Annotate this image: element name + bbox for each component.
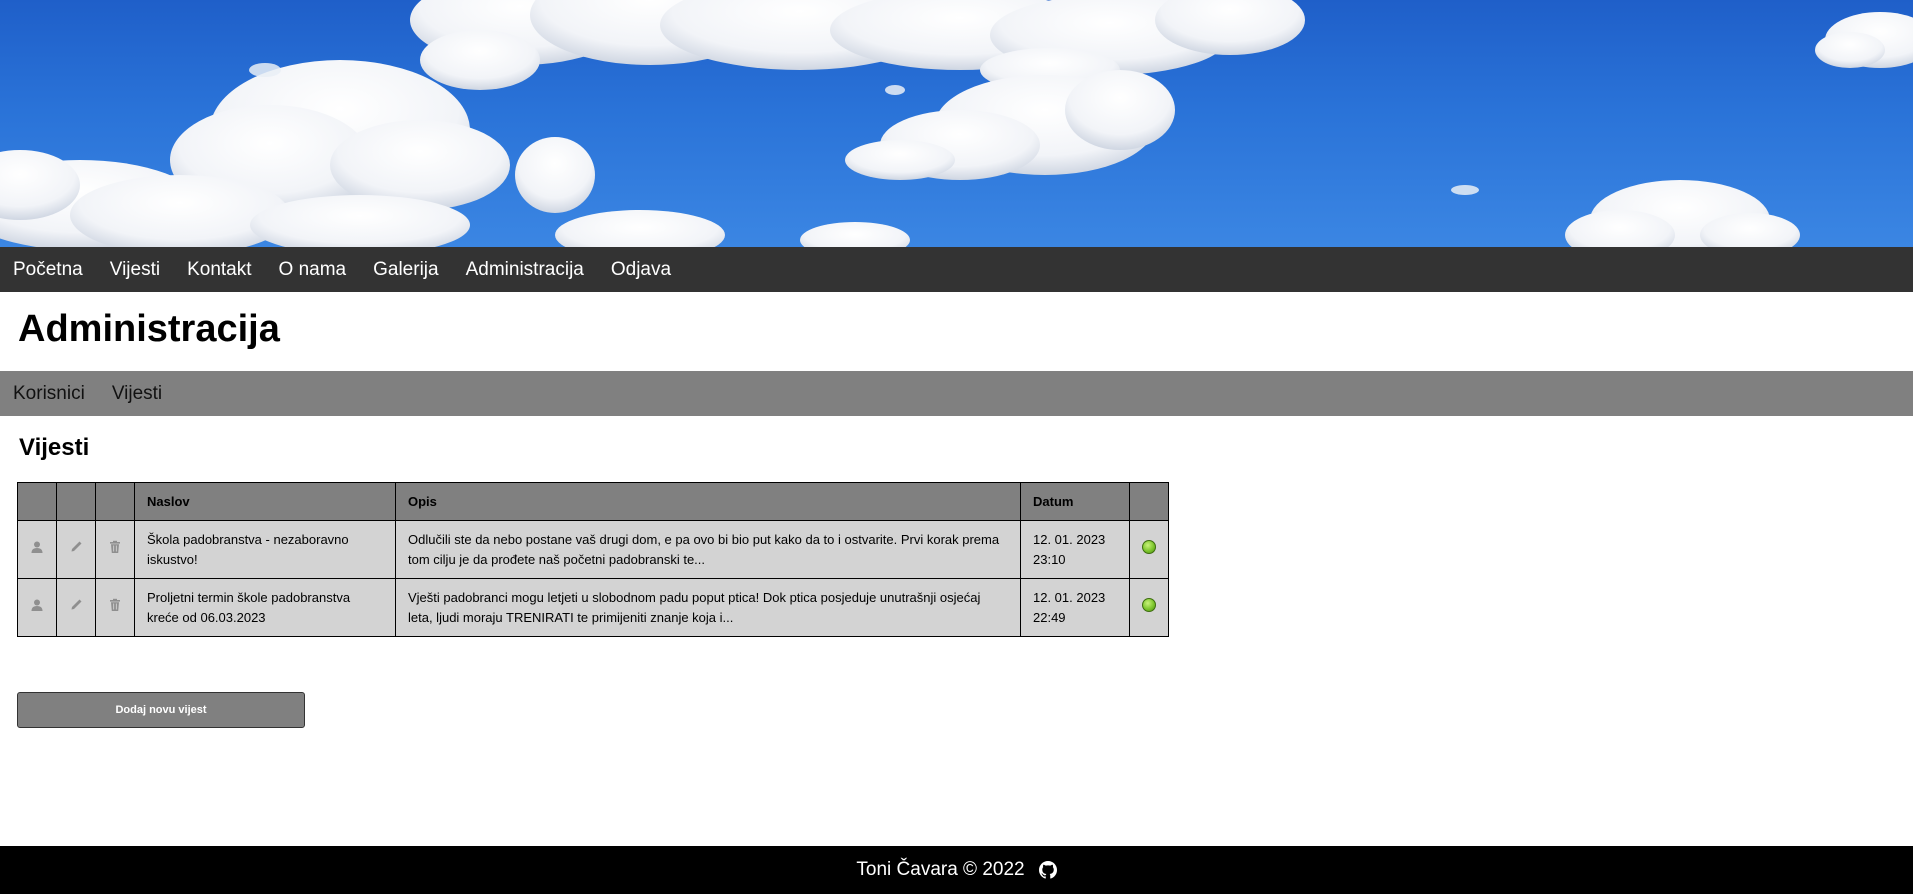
table-row: Škola padobranstva - nezaboravno iskustv…: [17, 520, 1169, 579]
news-title-cell: Proljetni termin škole padobranstva kreć…: [134, 578, 396, 637]
add-news-button[interactable]: Dodaj novu vijest: [17, 692, 305, 728]
status-active-icon[interactable]: [1142, 539, 1156, 554]
nav-item-odjava[interactable]: Odjava: [611, 259, 671, 281]
header-empty-cell: [1129, 482, 1169, 521]
news-title-cell: Škola padobranstva - nezaboravno iskustv…: [134, 520, 396, 579]
github-icon[interactable]: [1038, 861, 1057, 879]
status-cell: [1129, 578, 1169, 637]
nav-item-administracija[interactable]: Administracija: [466, 259, 584, 281]
nav-item-vijesti[interactable]: Vijesti: [110, 259, 160, 281]
section-title: Vijesti: [19, 434, 90, 461]
user-cell: [17, 578, 57, 637]
news-description-cell: Odlučili ste da nebo postane vaš drugi d…: [395, 520, 1021, 579]
subnav-item-korisnici[interactable]: Korisnici: [13, 383, 85, 405]
header-empty-cell: [17, 482, 57, 521]
pencil-icon[interactable]: [68, 597, 84, 613]
user-icon[interactable]: [29, 539, 45, 555]
user-icon[interactable]: [29, 597, 45, 613]
column-header-date: Datum: [1020, 482, 1130, 521]
status-cell: [1129, 520, 1169, 579]
subnav-item-vijesti[interactable]: Vijesti: [112, 383, 162, 405]
nav-item-pocetna[interactable]: Početna: [13, 259, 83, 281]
page-title: Administracija: [18, 308, 280, 350]
edit-cell: [56, 578, 96, 637]
user-cell: [17, 520, 57, 579]
header-empty-cell: [56, 482, 96, 521]
edit-cell: [56, 520, 96, 579]
news-description-cell: Vješti padobranci mogu letjeti u slobodn…: [395, 578, 1021, 637]
delete-cell: [95, 520, 135, 579]
table-header-row: Naslov Opis Datum: [17, 482, 1169, 521]
news-date-cell: 12. 01. 2023 23:10: [1020, 520, 1130, 579]
pencil-icon[interactable]: [68, 539, 84, 555]
table-row: Proljetni termin škole padobranstva kreć…: [17, 578, 1169, 637]
trash-icon[interactable]: [107, 539, 123, 555]
header-banner: [0, 0, 1913, 247]
column-header-title: Naslov: [134, 482, 396, 521]
news-table: Naslov Opis Datum Škola padobranstva - n…: [17, 482, 1169, 637]
nav-item-o-nama[interactable]: O nama: [279, 259, 347, 281]
sky-clouds-image: [0, 0, 1913, 247]
nav-item-kontakt[interactable]: Kontakt: [187, 259, 251, 281]
column-header-description: Opis: [395, 482, 1021, 521]
delete-cell: [95, 578, 135, 637]
trash-icon[interactable]: [107, 597, 123, 613]
status-active-icon[interactable]: [1142, 597, 1156, 612]
admin-subnav: Korisnici Vijesti: [0, 371, 1913, 416]
footer: Toni Čavara © 2022: [0, 846, 1913, 894]
main-nav: Početna Vijesti Kontakt O nama Galerija …: [0, 247, 1913, 292]
nav-item-galerija[interactable]: Galerija: [373, 259, 438, 281]
news-date-cell: 12. 01. 2023 22:49: [1020, 578, 1130, 637]
header-empty-cell: [95, 482, 135, 521]
footer-copyright: Toni Čavara © 2022: [856, 859, 1025, 880]
